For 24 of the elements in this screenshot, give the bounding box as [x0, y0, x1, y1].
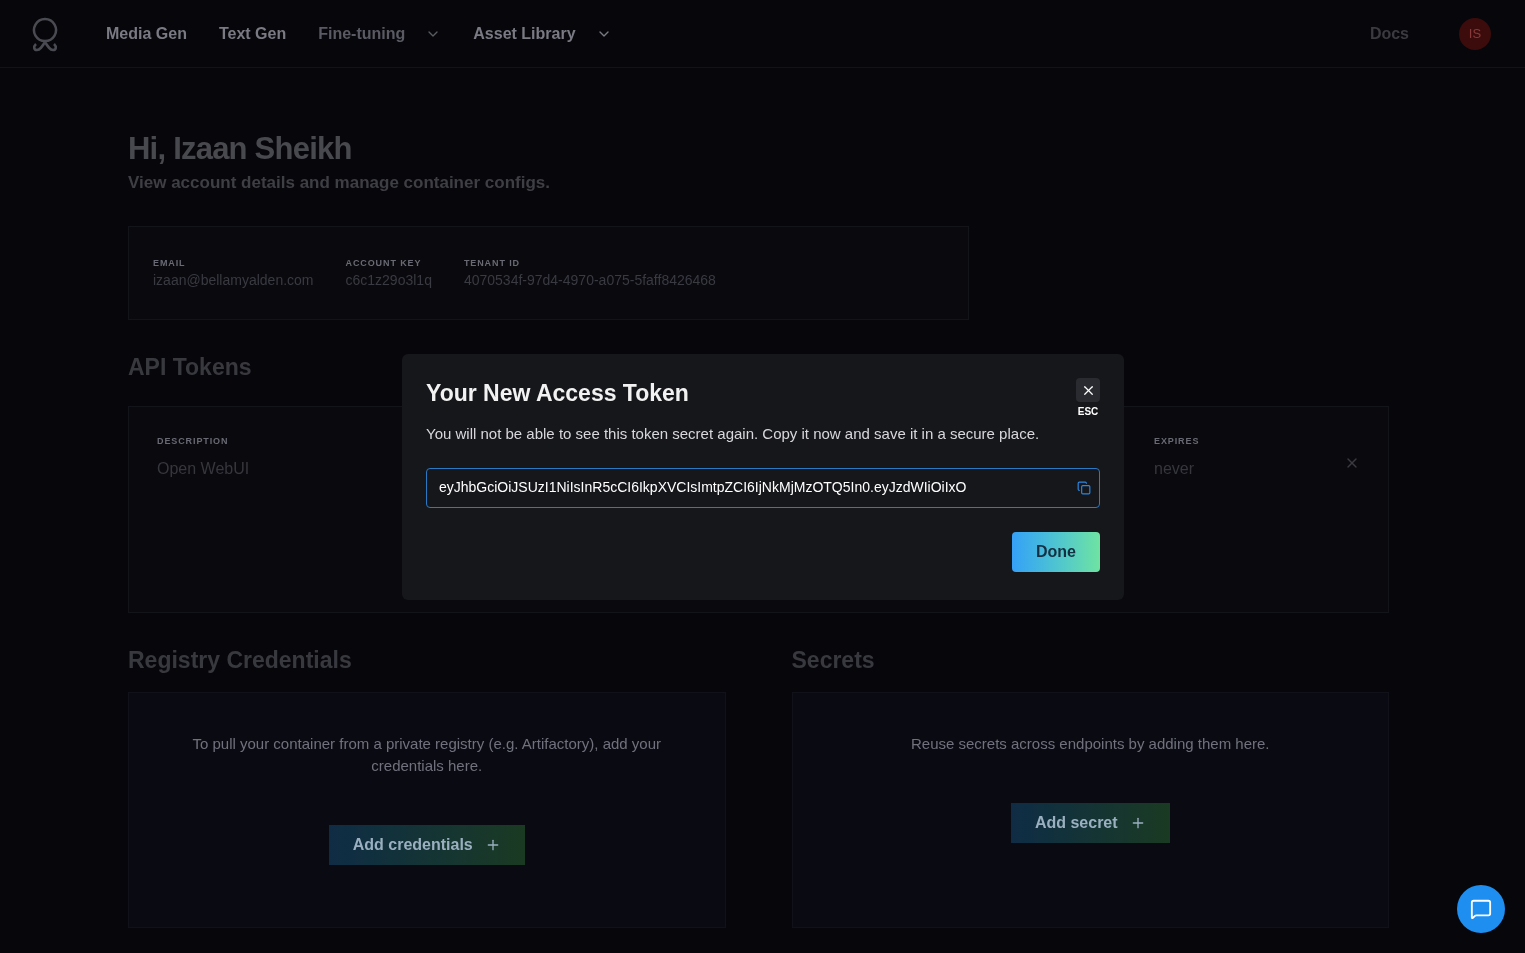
add-button[interactable]: Add credentials: [328, 824, 525, 865]
column-label: EXPIRES: [1154, 435, 1200, 448]
chat-icon: [1470, 898, 1492, 920]
field-label: EMAIL: [153, 256, 187, 270]
column-label: DESCRIPTION: [157, 435, 229, 448]
field-label: TENANT ID: [463, 256, 522, 270]
page-subtitle: View account details and manage container configs.: [128, 172, 551, 194]
nav-item[interactable]: Asset Library: [473, 21, 612, 46]
dialog-title: Your New Access Token: [426, 379, 689, 408]
field-label: ACCOUNT KEY: [345, 256, 423, 270]
dialog-message: You will not be able to see this token secret again. Copy it now and save it in a secure place.: [426, 424, 1041, 444]
nav-item[interactable]: Media Gen: [106, 21, 187, 46]
esc-hint: ESC: [1077, 405, 1099, 419]
page-title: Hi, Izaan Sheikh: [128, 130, 353, 168]
nav-item[interactable]: Text Gen: [218, 21, 287, 46]
copy-icon[interactable]: [1077, 480, 1091, 495]
section-description: Reuse secrets across endpoints by adding them here.: [910, 733, 1270, 754]
token-value: eyJhbGciOiJSUzI1NiIsInR5cCI6IkpXVCIsImtpZCI6IjNkMjMzOTQ5In0.eyJzdWIiOiIxO: [439, 478, 968, 497]
chat-button[interactable]: [1457, 885, 1505, 933]
add-button[interactable]: Add secret: [1010, 802, 1170, 843]
done-button[interactable]: Done: [1012, 531, 1100, 572]
token-field[interactable]: eyJhbGciOiJSUzI1NiIsInR5cCI6IkpXVCIsImtpZCI6IjNkMjMzOTQ5In0.eyJzdWIiOiIxO: [426, 467, 1100, 508]
close-button[interactable]: [1076, 378, 1100, 402]
section-description: To pull your container from a private registry (e.g. Artifactory), add your credentials here.: [191, 733, 662, 776]
